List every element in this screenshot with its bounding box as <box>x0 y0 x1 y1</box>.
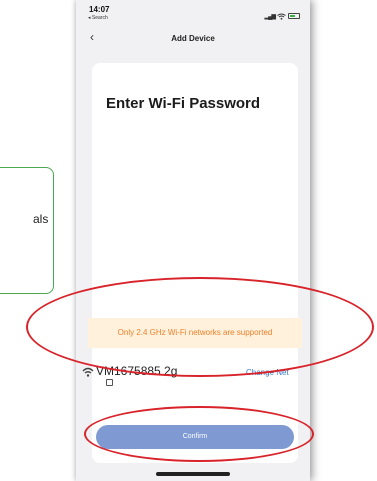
status-icons: ▂▄▆ <box>265 7 300 25</box>
page-title: Add Device <box>171 34 215 43</box>
callout-box <box>0 167 54 294</box>
nav-bar: ‹ Add Device <box>76 28 310 50</box>
status-bar: 14:07 ◂ Search ▂▄▆ <box>76 0 310 28</box>
wifi-password-card: Enter Wi-Fi Password Only 2.4 GHz Wi-Fi … <box>82 63 302 463</box>
annotation-oval-confirm <box>84 406 314 462</box>
wifi-status-icon <box>277 7 286 25</box>
annotation-oval-warning <box>26 277 374 377</box>
wifi-icon <box>82 365 94 377</box>
home-indicator <box>156 472 230 476</box>
lock-icon <box>106 379 113 386</box>
card-title: Enter Wi-Fi Password <box>106 95 261 112</box>
back-to-app-link[interactable]: ◂ Search <box>88 15 108 21</box>
signal-icon: ▂▄▆ <box>264 13 277 20</box>
status-time: 14:07 <box>89 5 110 14</box>
battery-icon <box>288 13 300 19</box>
callout-text: als <box>33 212 49 226</box>
